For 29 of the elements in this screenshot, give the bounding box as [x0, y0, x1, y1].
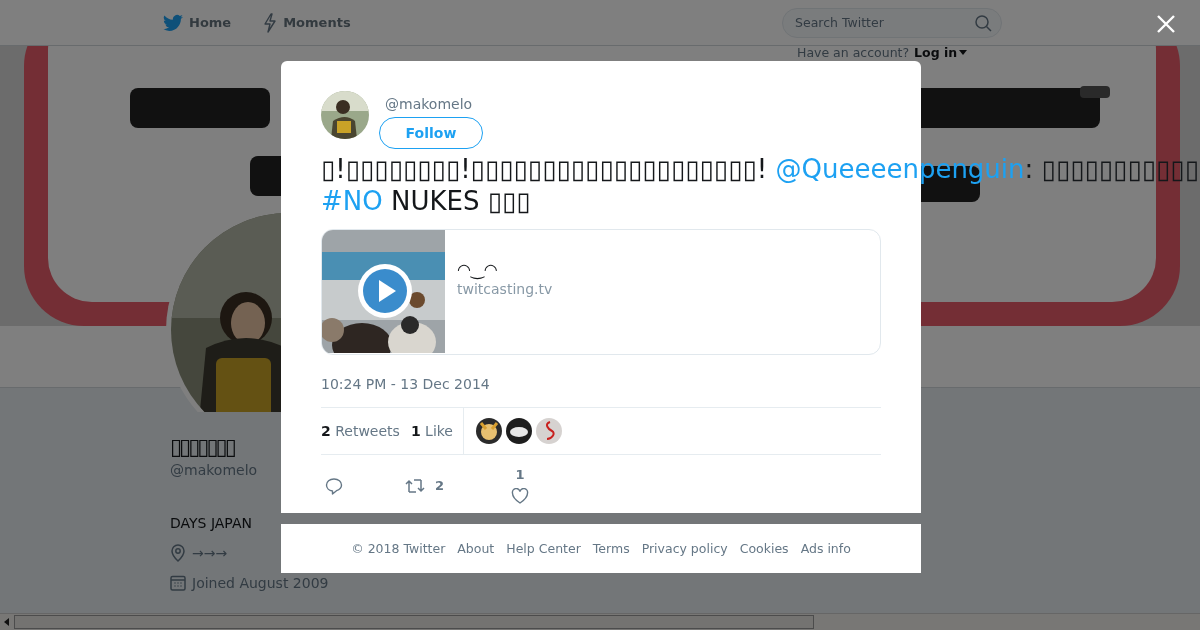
heart-icon[interactable] [511, 488, 529, 504]
horizontal-scrollbar[interactable] [0, 613, 1200, 630]
nav-link[interactable]: Moments [263, 12, 351, 33]
profile-name: ▯▯▯▯▯▯▯ [170, 434, 234, 461]
nav-link[interactable]: Home [163, 12, 232, 33]
calendar-icon [170, 575, 186, 591]
profile-joined-date: Joined August 2009 [192, 575, 329, 591]
close-icon[interactable] [1156, 14, 1176, 34]
search-icon [974, 13, 992, 32]
lightning-icon [263, 12, 278, 33]
reply-icon[interactable] [325, 476, 343, 495]
profile-handle: @makomelo [170, 462, 258, 478]
stat-link[interactable]: 1 Like [410, 423, 453, 439]
footer-link[interactable]: Terms [592, 541, 630, 556]
retweet-icon[interactable] [405, 477, 425, 494]
location-pin-icon [170, 544, 186, 562]
retweet-count: 2 [435, 478, 445, 493]
footer-link[interactable]: Privacy policy [641, 541, 728, 556]
bird-icon [163, 13, 183, 32]
profile-location: →→→ [192, 545, 228, 561]
footer-link[interactable]: Help Center [506, 541, 581, 556]
stat-link[interactable]: 2 Retweets [321, 423, 400, 439]
footer-link[interactable]: Ads info [800, 541, 851, 556]
copyright-text: © 2018 Twitter [351, 541, 446, 556]
footer-link[interactable]: About [457, 541, 495, 556]
search-field[interactable]: Search Twitter [782, 7, 1002, 38]
profile-bio: DAYS JAPAN [170, 515, 252, 531]
like-count: 1 [515, 467, 525, 482]
footer-link[interactable]: Cookies [739, 541, 789, 556]
